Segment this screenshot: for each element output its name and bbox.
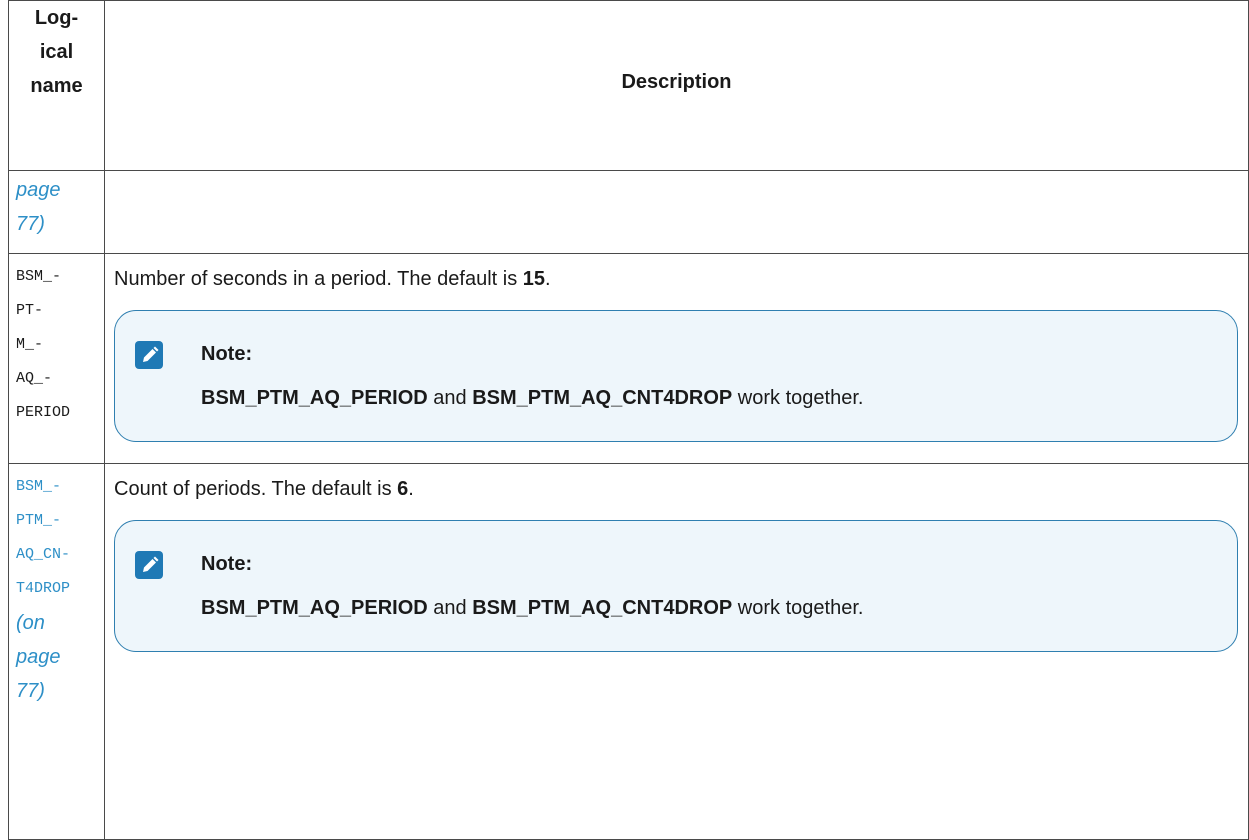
description-text: Count of periods. The default is 6.	[114, 476, 1238, 502]
logical-name-link-part[interactable]: AQ_CN-	[16, 538, 102, 572]
table-header-row: Log- ical name Description	[8, 0, 1249, 172]
logical-name-link-part[interactable]: T4DROP	[16, 572, 102, 606]
table-row: BSM_- PT- M_- AQ_- PERIOD Number of seco…	[8, 253, 1249, 464]
default-value: 15	[522, 268, 545, 291]
description-suffix: .	[545, 268, 551, 291]
description-cell: Count of periods. The default is 6. Note…	[104, 462, 1249, 840]
table-row: page 77)	[8, 170, 1249, 255]
note-title: Note:	[201, 343, 253, 366]
note-body: BSM_PTM_AQ_PERIOD and BSM_PTM_AQ_CNT4DRO…	[201, 387, 863, 410]
logical-name-cell: page 77)	[8, 170, 105, 255]
logical-name-cell: BSM_- PTM_- AQ_CN- T4DROP (on page 77)	[8, 462, 105, 840]
page-reference-link-part[interactable]: 77)	[16, 207, 102, 241]
description-prefix: Number of seconds in a period. The defau…	[114, 268, 523, 291]
logical-name-cell: BSM_- PT- M_- AQ_- PERIOD	[8, 253, 105, 464]
note-conjunction: and	[427, 387, 473, 410]
note-body: BSM_PTM_AQ_PERIOD and BSM_PTM_AQ_CNT4DRO…	[201, 597, 863, 620]
header-line: ical	[39, 41, 74, 63]
note-callout: Note: BSM_PTM_AQ_PERIOD and BSM_PTM_AQ_C…	[114, 519, 1238, 652]
note-callout: Note: BSM_PTM_AQ_PERIOD and BSM_PTM_AQ_C…	[114, 310, 1238, 443]
description-text: Number of seconds in a period. The defau…	[114, 266, 1238, 292]
description-suffix: .	[408, 477, 414, 500]
logical-name-part: M_-	[16, 336, 44, 354]
logical-name-part: BSM_-	[16, 268, 62, 286]
note-conjunction: and	[427, 596, 473, 619]
pencil-icon	[135, 341, 163, 370]
page-reference-link-part[interactable]: (on	[16, 606, 102, 640]
description-cell	[104, 170, 1249, 255]
logical-name-link-part[interactable]: BSM_-	[16, 470, 102, 504]
note-term: BSM_PTM_AQ_PERIOD	[201, 596, 428, 619]
pencil-icon	[135, 550, 163, 579]
note-term: BSM_PTM_AQ_CNT4DROP	[472, 596, 733, 619]
logical-name-link-part[interactable]: PTM_-	[16, 504, 102, 538]
description-prefix: Count of periods. The default is	[114, 477, 398, 500]
logical-name-table: Log- ical name Description page 77) BSM_…	[8, 0, 1249, 840]
note-rest: work together.	[732, 387, 864, 410]
table-row: BSM_- PTM_- AQ_CN- T4DROP (on page 77) C…	[8, 462, 1249, 840]
default-value: 6	[397, 477, 409, 500]
description-cell: Number of seconds in a period. The defau…	[104, 253, 1249, 464]
page-reference-link-part[interactable]: page	[16, 640, 102, 674]
note-term: BSM_PTM_AQ_CNT4DROP	[472, 387, 733, 410]
logical-name-part: AQ_-	[16, 370, 53, 388]
note-rest: work together.	[732, 596, 864, 619]
logical-name-part: PT-	[16, 302, 44, 320]
page-reference-link-part[interactable]: 77)	[16, 674, 102, 708]
column-header-description: Description	[104, 0, 1249, 172]
note-term: BSM_PTM_AQ_PERIOD	[201, 387, 428, 410]
header-line: Log-	[34, 7, 79, 29]
note-title: Note:	[201, 552, 253, 575]
column-header-logical-name: Log- ical name	[8, 0, 105, 172]
header-line: name	[30, 75, 83, 97]
logical-name-part: PERIOD	[16, 404, 71, 422]
page-reference-link-part[interactable]: page	[16, 173, 102, 207]
